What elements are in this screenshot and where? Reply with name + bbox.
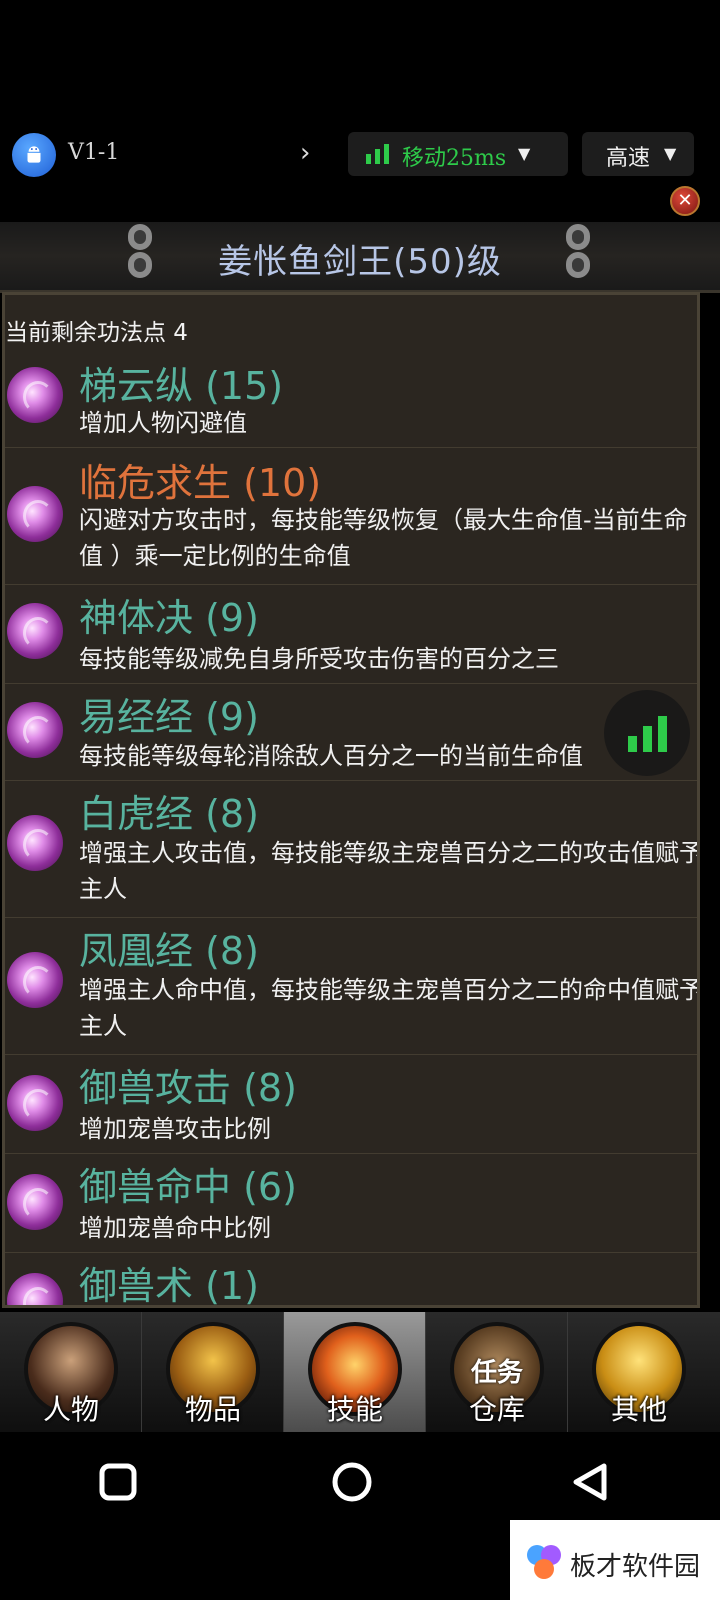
skill-orb-icon bbox=[7, 952, 63, 1008]
tab-label: 物品 bbox=[184, 1393, 241, 1426]
skill-orb-icon bbox=[7, 1174, 63, 1230]
skill-orb-icon bbox=[7, 486, 63, 542]
skill-item[interactable]: 凤凰经 (8) 增强主人命中值，每技能等级主宠兽百分之二的命中值赋予主人 bbox=[5, 918, 700, 1055]
skill-list: 梯云纵 (15) 增加人物闪避值 临危求生 (10) 闪避对方攻击时，每技能等级… bbox=[5, 355, 700, 1308]
skill-orb-icon bbox=[7, 702, 63, 758]
watermark-text: 板才软件园 bbox=[570, 1552, 701, 1582]
skill-orb-icon bbox=[7, 1273, 63, 1305]
page-title: 姜怅鱼剑王(50)级 bbox=[218, 242, 502, 282]
skill-desc: 增加宠兽命中比例 bbox=[79, 1214, 271, 1242]
skill-name: 临危求生 (10) bbox=[79, 461, 322, 505]
tab-other[interactable]: 其他 bbox=[568, 1312, 720, 1432]
home-icon[interactable] bbox=[322, 1452, 382, 1512]
watermark-badge: 板才软件园 bbox=[510, 1520, 720, 1600]
skill-item[interactable]: 白虎经 (8) 增强主人攻击值，每技能等级主宠兽百分之二的攻击值赋予主人 bbox=[5, 781, 700, 918]
skill-name: 梯云纵 (15) bbox=[79, 364, 284, 408]
watermark-logo-icon bbox=[527, 1545, 561, 1579]
skill-orb-icon bbox=[7, 603, 63, 659]
skill-desc: 增加宠兽攻击比例 bbox=[79, 1115, 271, 1143]
skill-item[interactable]: 御兽攻击 (8) 增加宠兽攻击比例 bbox=[5, 1055, 697, 1154]
back-icon[interactable] bbox=[560, 1452, 620, 1512]
skill-orb-icon bbox=[7, 1075, 63, 1131]
skill-item[interactable]: 临危求生 (10) 闪避对方攻击时，每技能等级恢复（最大生命值-当前生命值 ）乘… bbox=[5, 448, 697, 585]
skill-item[interactable]: 梯云纵 (15) 增加人物闪避值 bbox=[5, 355, 697, 448]
signal-bars-icon bbox=[366, 144, 389, 164]
skill-name: 御兽攻击 (8) bbox=[79, 1066, 297, 1110]
version-label: V1-1 bbox=[68, 140, 120, 165]
skill-item[interactable]: 御兽命中 (6) 增加宠兽命中比例 bbox=[5, 1154, 697, 1253]
tab-label: 其他 bbox=[610, 1393, 667, 1426]
skill-panel[interactable]: 当前剩余功法点 4 梯云纵 (15) 增加人物闪避值 临危求生 (10) 闪避对… bbox=[2, 292, 700, 1308]
tab-label: 人物 bbox=[42, 1393, 99, 1426]
remaining-points: 当前剩余功法点 4 bbox=[5, 320, 188, 346]
top-bar: V1-1 › 移动25ms ▼ 高速 ▼ bbox=[0, 130, 720, 180]
bottom-tab-bar: 人物 物品 技能 任务 仓库 其他 bbox=[0, 1312, 720, 1432]
skill-orb-icon bbox=[7, 815, 63, 871]
speed-selector[interactable]: 高速 ▼ bbox=[582, 132, 694, 176]
speed-label: 高速 bbox=[606, 146, 651, 171]
signal-bars-icon bbox=[628, 716, 667, 752]
skill-name: 易经经 (9) bbox=[79, 695, 259, 739]
caret-down-icon: ▼ bbox=[518, 144, 531, 163]
skill-item[interactable]: 御兽术 (1) bbox=[5, 1253, 697, 1308]
title-band: 姜怅鱼剑王(50)级 bbox=[0, 222, 720, 293]
skill-desc: 增强主人攻击值，每技能等级主宠兽百分之二的攻击值赋予主人 bbox=[79, 839, 700, 903]
skill-desc: 增强主人命中值，每技能等级主宠兽百分之二的命中值赋予主人 bbox=[79, 976, 700, 1040]
floating-signal-button[interactable] bbox=[604, 690, 690, 776]
tab-items[interactable]: 物品 bbox=[142, 1312, 284, 1432]
caret-down-icon: ▼ bbox=[664, 144, 677, 163]
tab-label: 仓库 bbox=[468, 1393, 525, 1426]
skill-desc: 每技能等级减免自身所受攻击伤害的百分之三 bbox=[79, 645, 559, 673]
skill-desc: 增加人物闪避值 bbox=[79, 409, 247, 437]
skill-desc: 闪避对方攻击时，每技能等级恢复（最大生命值-当前生命值 ）乘一定比例的生命值 bbox=[79, 506, 688, 570]
skill-item[interactable]: 神体决 (9) 每技能等级减免自身所受攻击伤害的百分之三 bbox=[5, 585, 697, 684]
tab-storage[interactable]: 任务 仓库 bbox=[426, 1312, 568, 1432]
skill-name: 御兽命中 (6) bbox=[79, 1165, 297, 1209]
android-app-icon[interactable] bbox=[12, 133, 56, 177]
tab-skills[interactable]: 技能 bbox=[284, 1312, 426, 1432]
skill-name: 凤凰经 (8) bbox=[79, 929, 259, 973]
tab-label: 技能 bbox=[326, 1393, 383, 1426]
close-button[interactable]: ✕ bbox=[670, 186, 700, 216]
tab-overlay-text: 任务 bbox=[470, 1358, 523, 1388]
skill-orb-icon bbox=[7, 367, 63, 423]
network-label: 移动25ms bbox=[402, 146, 507, 171]
skill-item[interactable]: 易经经 (9) 每技能等级每轮消除敌人百分之一的当前生命值 bbox=[5, 684, 697, 781]
tab-character[interactable]: 人物 bbox=[0, 1312, 142, 1432]
skill-name: 御兽术 (1) bbox=[79, 1264, 259, 1308]
skill-name: 白虎经 (8) bbox=[79, 792, 259, 836]
recents-icon[interactable] bbox=[88, 1452, 148, 1512]
chevron-right-icon[interactable]: › bbox=[300, 138, 310, 168]
network-selector[interactable]: 移动25ms ▼ bbox=[348, 132, 568, 176]
skill-name: 神体决 (9) bbox=[79, 596, 259, 640]
